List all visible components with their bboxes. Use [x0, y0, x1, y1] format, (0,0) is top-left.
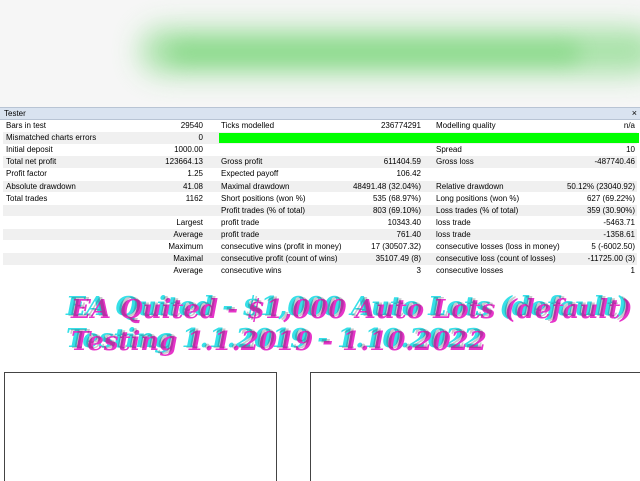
- metric-value: 41.08: [182, 181, 203, 191]
- metric-value: -487740.46: [594, 157, 635, 167]
- metric-value: Largest: [176, 217, 203, 227]
- metric-label: Total net profit: [6, 157, 57, 167]
- metric-value: Average: [173, 266, 203, 276]
- metric-label: Ticks modelled: [221, 121, 275, 130]
- metric-value: 1.25: [187, 169, 203, 179]
- metric-label: Bars in test: [6, 121, 47, 130]
- metric-label: Modelling quality: [436, 121, 496, 130]
- metric-value: 359 (30.90%): [586, 205, 635, 215]
- table-row: Average consecutive wins 3 consecutive loss…: [3, 265, 637, 277]
- metric-label: loss trade: [436, 229, 471, 239]
- blurred-green-shape-inner: [170, 44, 580, 62]
- metric-value: 5 (-6002.50): [591, 242, 635, 251]
- table-row: Initial deposit 1000.00 Spread 10: [3, 144, 637, 156]
- tester-title: Tester: [4, 109, 26, 118]
- bottom-panel-left: [4, 372, 277, 481]
- metric-value: 0: [198, 133, 203, 143]
- metric-label: Total trades: [6, 193, 48, 203]
- metric-value: 1162: [185, 193, 203, 203]
- metric-value: 48491.48 (32.04%): [352, 181, 421, 191]
- metric-label: profit trade: [221, 217, 260, 227]
- table-row: Absolute drawdown 41.08 Maximal drawdown 48…: [3, 180, 637, 192]
- metric-value: 10: [626, 145, 635, 155]
- metric-value: 50.12% (23040.92): [566, 181, 635, 191]
- table-row: Total net profit 123664.13 Gross profit 611…: [3, 156, 637, 168]
- metric-value: 29540: [180, 121, 203, 130]
- metric-label: Loss trades (% of total): [436, 205, 519, 215]
- metric-label: Relative drawdown: [436, 181, 504, 191]
- metric-label: Profit trades (% of total): [221, 205, 306, 215]
- table-row: Maximum consecutive wins (profit in money…: [3, 241, 637, 253]
- table-row: Mismatched charts errors 0: [3, 132, 639, 144]
- metric-value: 3: [416, 266, 421, 276]
- metric-label: loss trade: [436, 217, 471, 227]
- metric-value: 10343.40: [387, 217, 421, 227]
- metric-value: 17 (30507.32): [371, 242, 421, 251]
- metric-value: 1: [630, 266, 635, 276]
- bottom-panel-right: [310, 372, 640, 481]
- blurred-header-banner: [0, 0, 640, 107]
- tester-titlebar: Tester ×: [0, 108, 640, 120]
- table-row: Maximal consecutive profit (count of wins…: [3, 253, 637, 265]
- metric-value: 761.40: [396, 229, 421, 239]
- metric-label: Absolute drawdown: [6, 181, 76, 191]
- table-row: Profit factor 1.25 Expected payoff 106.42: [3, 168, 637, 180]
- table-row: Bars in test 29540 Ticks modelled 236774291…: [3, 120, 637, 132]
- metric-value: -5463.71: [603, 217, 635, 227]
- metric-value: Maximum: [168, 242, 203, 251]
- metric-label: Short positions (won %): [221, 193, 306, 203]
- metric-label: Initial deposit: [6, 145, 53, 155]
- metric-label: profit trade: [221, 229, 260, 239]
- metric-label: Expected payoff: [221, 169, 279, 179]
- metric-value: Maximal: [173, 254, 203, 264]
- metric-value: 236774291: [380, 121, 421, 130]
- metric-label: Long positions (won %): [436, 193, 520, 203]
- metric-value: 1000.00: [174, 145, 203, 155]
- metric-value: 106.42: [396, 169, 421, 179]
- metric-value: 611404.59: [383, 157, 421, 167]
- metric-label: Maximal drawdown: [221, 181, 290, 191]
- metric-value: 535 (68.97%): [372, 193, 421, 203]
- metric-value: 627 (69.22%): [586, 193, 635, 203]
- metric-label: Gross profit: [221, 157, 263, 167]
- table-row: Average profit trade 761.40 loss trade -1358…: [3, 228, 637, 241]
- metric-value: Average: [173, 229, 203, 239]
- tester-panel: Tester × Bars in test 29540 Ticks modelled…: [0, 107, 640, 374]
- metric-value: 35107.49 (8): [375, 254, 421, 264]
- metric-value: 803 (69.10%): [372, 205, 421, 215]
- metric-value: 123664.13: [165, 157, 203, 167]
- metric-label: Gross loss: [436, 157, 474, 167]
- table-row: Total trades 1162 Short positions (won %) 5…: [3, 193, 637, 205]
- metric-label: consecutive losses: [436, 266, 504, 276]
- metric-label: Spread: [436, 145, 462, 155]
- table-row: Profit trades (% of total) 803 (69.10%) Lo…: [3, 204, 637, 217]
- metric-value: -11725.00 (3): [587, 254, 635, 264]
- table-row: Largest profit trade 10343.40 loss trade -54…: [3, 217, 637, 229]
- metric-label: Profit factor: [6, 169, 47, 179]
- metric-label: consecutive wins: [221, 266, 282, 276]
- close-icon[interactable]: ×: [632, 108, 637, 119]
- metric-value: n/a: [623, 121, 635, 130]
- metric-value: -1358.61: [603, 229, 635, 239]
- modelling-quality-bar: [219, 133, 639, 144]
